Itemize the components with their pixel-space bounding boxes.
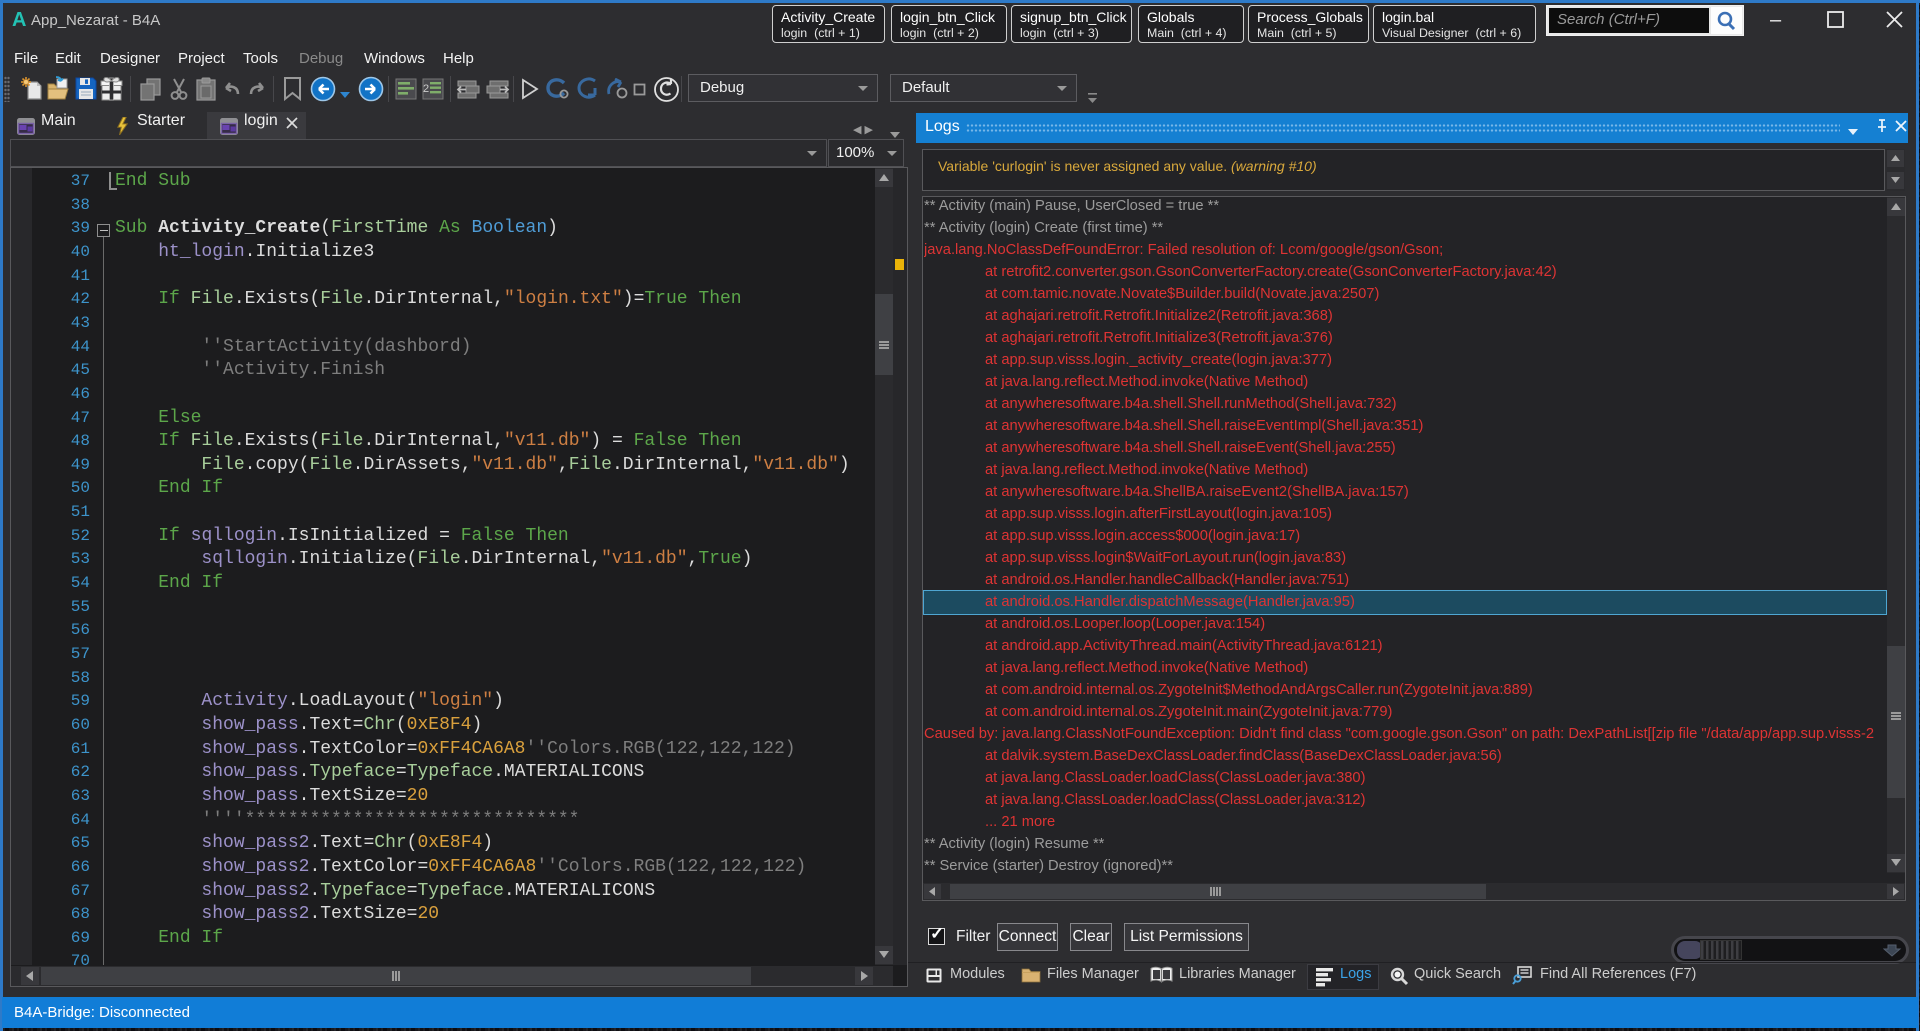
svg-text:2: 2: [423, 83, 429, 95]
